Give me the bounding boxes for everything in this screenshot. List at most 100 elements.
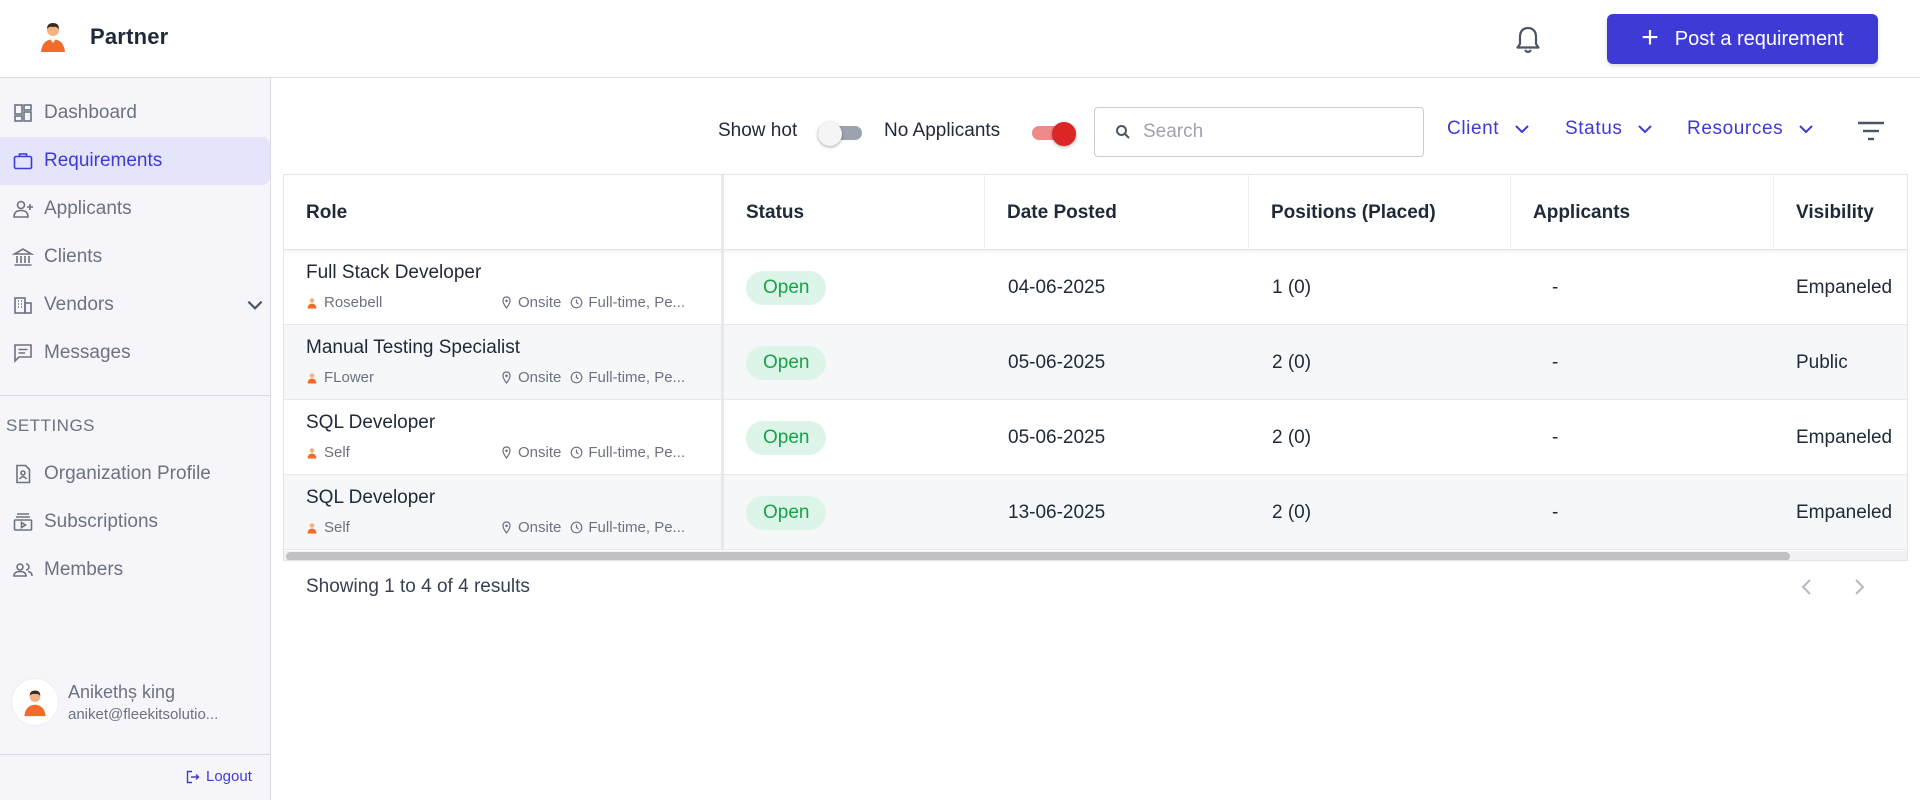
location-text: Onsite — [518, 519, 562, 536]
role-title[interactable]: SQL Developer — [306, 412, 435, 434]
sidebar-item-label: Applicants — [44, 198, 132, 219]
logout-label: Logout — [206, 768, 252, 785]
sidebar-item-label: Dashboard — [44, 102, 137, 123]
chevron-down-icon — [1799, 125, 1813, 134]
sidebar-item-label: Members — [44, 559, 124, 580]
date-cell: 05-06-2025 — [1008, 426, 1106, 448]
logout-button[interactable]: Logout — [186, 768, 252, 785]
building-icon — [14, 297, 32, 314]
chevron-down-icon — [1638, 125, 1653, 134]
scrollbar-thumb[interactable] — [286, 552, 1790, 560]
avatar-icon — [24, 690, 46, 717]
client-filter-dropdown[interactable]: Client — [1447, 118, 1531, 140]
resources-filter-dropdown[interactable]: Resources — [1687, 118, 1815, 140]
table-row[interactable]: Full Stack Developer Rosebell Onsite Ful… — [284, 250, 1907, 325]
settings-heading: SETTINGS — [6, 416, 96, 435]
date-cell: 04-06-2025 — [1008, 276, 1106, 298]
clock-icon — [570, 371, 583, 384]
notification-bell-icon[interactable] — [1510, 22, 1546, 58]
location-pin-icon — [502, 446, 511, 459]
role-cell[interactable]: SQL Developer Self Onsite Full-time, Pe.… — [284, 400, 724, 475]
show-hot-label: Show hot — [718, 120, 798, 141]
show-hot-toggle[interactable] — [818, 122, 862, 146]
column-header-positions[interactable]: Positions (Placed) — [1249, 175, 1511, 250]
horizontal-scrollbar[interactable] — [284, 551, 1907, 560]
sidebar-item-requirements[interactable]: Requirements — [0, 137, 270, 185]
sidebar-item-clients[interactable]: Clients — [0, 233, 270, 281]
column-header-visibility[interactable]: Visibility — [1774, 175, 1907, 250]
table-row[interactable]: SQL Developer Self Onsite Full-time, Pe.… — [284, 400, 1907, 475]
client-meta: Self — [306, 519, 350, 536]
sidebar: Dashboard Requirements Applicants Client… — [0, 78, 271, 800]
briefcase-icon — [13, 153, 33, 170]
status-cell: Open — [724, 400, 827, 475]
location-meta: Onsite Full-time, Pe... — [500, 519, 685, 536]
results-summary: Showing 1 to 4 of 4 results — [306, 576, 530, 597]
role-cell[interactable]: Manual Testing Specialist FLower Onsite … — [284, 325, 724, 400]
person-icon — [307, 522, 317, 533]
employment-type: Full-time, Pe... — [588, 444, 686, 461]
role-cell[interactable]: SQL Developer Self Onsite Full-time, Pe.… — [284, 475, 724, 550]
chevron-down-icon — [1515, 125, 1529, 134]
sidebar-item-messages[interactable]: Messages — [0, 329, 270, 377]
positions-cell: 2 (0) — [1272, 501, 1312, 523]
dashboard-icon — [14, 104, 32, 122]
location-pin-icon — [502, 521, 511, 534]
subscriptions-icon — [13, 513, 33, 531]
search-box[interactable] — [1094, 107, 1424, 157]
column-header-applicants[interactable]: Applicants — [1511, 175, 1774, 250]
location-text: Onsite — [518, 369, 562, 386]
chevron-right-icon[interactable] — [1847, 575, 1871, 599]
filter-icon[interactable] — [1856, 118, 1886, 144]
employment-type: Full-time, Pe... — [588, 369, 686, 386]
applicants-cell: - — [1552, 501, 1559, 523]
status-cell: Open — [724, 250, 827, 325]
post-requirement-button[interactable]: + Post a requirement — [1607, 14, 1878, 64]
document-icon — [16, 464, 31, 484]
client-meta: Self — [306, 444, 350, 461]
person-icon — [307, 297, 317, 308]
sidebar-item-dashboard[interactable]: Dashboard — [0, 89, 270, 137]
avatar — [12, 679, 58, 725]
table-row[interactable]: SQL Developer Self Onsite Full-time, Pe.… — [284, 475, 1907, 550]
no-applicants-toggle[interactable] — [1032, 122, 1076, 146]
column-header-status[interactable]: Status — [724, 175, 985, 250]
client-name: FLower — [324, 369, 375, 386]
user-plus-icon — [13, 200, 33, 218]
visibility-cell: Public — [1796, 351, 1848, 373]
location-pin-icon — [502, 296, 511, 309]
role-cell[interactable]: Full Stack Developer Rosebell Onsite Ful… — [284, 250, 724, 325]
column-header-date-posted[interactable]: Date Posted — [985, 175, 1249, 250]
resources-filter-label: Resources — [1687, 118, 1784, 139]
search-icon — [1116, 125, 1130, 139]
chevron-down-icon[interactable] — [244, 294, 266, 316]
table-header: Role Status Date Posted Positions (Place… — [284, 175, 1907, 250]
client-meta: Rosebell — [306, 294, 382, 311]
applicants-cell: - — [1552, 426, 1559, 448]
user-profile[interactable]: Anikethș king aniket@fleekitsolutio... — [12, 679, 238, 725]
sidebar-item-vendors[interactable]: Vendors — [0, 281, 270, 329]
top-bar: Partner + Post a requirement — [0, 0, 1920, 78]
role-title[interactable]: Full Stack Developer — [306, 262, 481, 284]
role-title[interactable]: SQL Developer — [306, 487, 435, 509]
sidebar-item-label: Requirements — [44, 150, 163, 171]
status-filter-dropdown[interactable]: Status — [1565, 118, 1654, 140]
sidebar-item-members[interactable]: Members — [0, 546, 270, 594]
sidebar-item-subscriptions[interactable]: Subscriptions — [0, 498, 270, 546]
search-input[interactable] — [1143, 121, 1403, 143]
brand[interactable]: Partner — [36, 20, 168, 54]
table-row[interactable]: Manual Testing Specialist FLower Onsite … — [284, 325, 1907, 400]
person-icon — [307, 372, 317, 383]
visibility-cell: Empaneled — [1796, 501, 1893, 523]
sidebar-item-organization-profile[interactable]: Organization Profile — [0, 450, 270, 498]
location-meta: Onsite Full-time, Pe... — [500, 369, 685, 386]
location-meta: Onsite Full-time, Pe... — [500, 444, 685, 461]
sidebar-item-applicants[interactable]: Applicants — [0, 185, 270, 233]
brand-name: Partner — [90, 24, 169, 49]
status-badge: Open — [746, 420, 827, 455]
role-title[interactable]: Manual Testing Specialist — [306, 337, 520, 359]
client-filter-label: Client — [1447, 118, 1500, 139]
chevron-left-icon[interactable] — [1795, 575, 1819, 599]
column-header-role[interactable]: Role — [284, 175, 724, 250]
applicants-cell: - — [1552, 276, 1559, 298]
